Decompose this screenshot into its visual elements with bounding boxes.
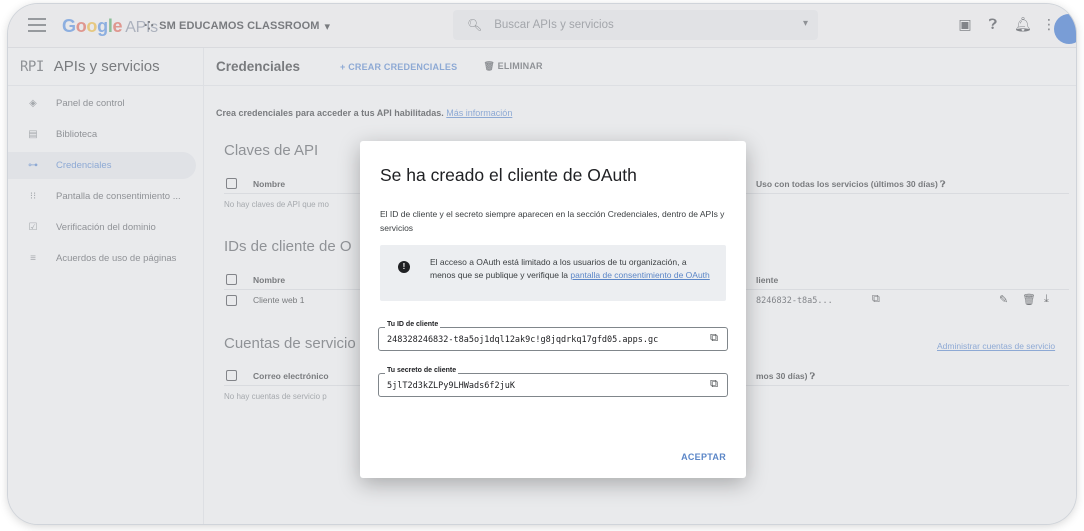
client-id-value[interactable]: 248328246832-t8a5oj1dql12ak9c!g8jqdrkq17…	[387, 335, 697, 345]
copy-client-secret-icon[interactable]: ⧉	[710, 378, 718, 391]
browser-frame: Google APIs ⁘ SM EDUCAMOS CLASSROOM ▾ 🔍︎ …	[8, 4, 1076, 524]
client-id-field[interactable]: Tu ID de cliente 248328246832-t8a5oj1dql…	[378, 321, 728, 351]
dialog-description: El ID de cliente y el secreto siempre ap…	[380, 209, 725, 233]
dialog-title: Se ha creado el cliente de OAuth	[380, 165, 637, 185]
consent-screen-link[interactable]: pantalla de consentimiento de OAuth	[570, 270, 709, 280]
copy-client-id-icon[interactable]: ⧉	[710, 332, 718, 345]
oauth-created-dialog: Se ha creado el cliente de OAuth El ID d…	[360, 141, 746, 478]
accept-button[interactable]: ACEPTAR	[681, 452, 726, 462]
info-text: El acceso a OAuth está limitado a los us…	[430, 257, 710, 280]
client-id-label: Tu ID de cliente	[385, 321, 441, 328]
client-secret-field[interactable]: Tu secreto de cliente 5jlT2d3kZLPy9LHWad…	[378, 367, 728, 397]
client-secret-value[interactable]: 5jlT2d3kZLPy9LHWads6f2juK	[387, 381, 697, 391]
info-box: ! El acceso a OAuth está limitado a los …	[380, 245, 726, 301]
info-icon: !	[398, 261, 410, 273]
client-secret-label: Tu secreto de cliente	[385, 367, 459, 374]
